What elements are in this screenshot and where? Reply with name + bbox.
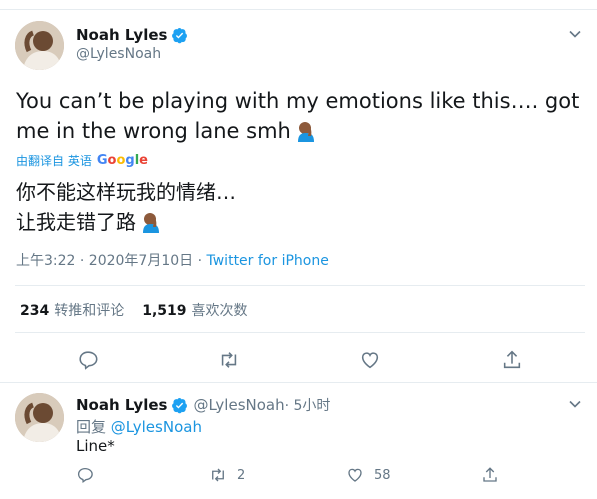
chevron-down-icon[interactable]	[568, 27, 582, 41]
share-icon[interactable]	[501, 349, 523, 371]
display-name[interactable]: Noah Lyles	[76, 26, 167, 44]
retweet-icon[interactable]	[209, 466, 227, 484]
reply-mention[interactable]: @LylesNoah	[111, 418, 202, 436]
chevron-down-icon[interactable]	[568, 397, 582, 411]
google-letter: g	[125, 153, 135, 168]
divider	[15, 285, 585, 286]
reply-like-count: 58	[374, 467, 391, 483]
reply-prefix: 回复	[76, 418, 111, 436]
retweets-stat[interactable]: 234 转推和评论	[20, 300, 124, 320]
tweet-actions	[0, 347, 597, 373]
replying-to: 回复 @LylesNoah	[76, 416, 202, 437]
reply-text: Line*	[76, 437, 115, 455]
retweets-count: 234	[20, 303, 50, 319]
reply-display-name[interactable]: Noah Lyles	[76, 396, 167, 414]
translated-line: 你不能这样玩我的情绪…	[16, 180, 236, 204]
reply-actions: 2 58	[0, 466, 597, 486]
divider	[15, 332, 585, 333]
google-letter: e	[139, 153, 148, 168]
reply-handle[interactable]: @LylesNoah	[193, 396, 284, 414]
author-name-row[interactable]: Noah Lyles	[76, 26, 188, 44]
verified-badge-icon	[172, 397, 188, 413]
translated-line-text: 让我走错了路	[16, 210, 136, 234]
tweet-meta: 上午3:22 · 2020年7月10日 · Twitter for iPhone	[16, 250, 329, 270]
verified-badge-icon	[172, 27, 188, 43]
reply-retweet-count: 2	[237, 467, 246, 483]
tweet-separator	[0, 382, 597, 383]
tweet-stats: 234 转推和评论 1,519 喜欢次数	[20, 300, 266, 320]
likes-label: 喜欢次数	[191, 303, 248, 319]
retweet-icon[interactable]	[218, 349, 240, 371]
author-handle[interactable]: @LylesNoah	[76, 46, 161, 62]
facepalm-emoji-icon	[143, 213, 159, 233]
reply-retweet-button[interactable]: 2	[209, 466, 245, 484]
translated-line: 让我走错了路	[16, 207, 586, 237]
google-logo: Google	[97, 153, 148, 168]
reply-icon[interactable]	[77, 349, 99, 371]
tweet-timestamp[interactable]: 上午3:22 · 2020年7月10日 ·	[16, 253, 207, 269]
reply-like-button[interactable]: 58	[346, 466, 391, 484]
likes-stat[interactable]: 1,519 喜欢次数	[142, 300, 247, 320]
retweets-label: 转推和评论	[54, 303, 125, 319]
likes-count: 1,519	[142, 303, 187, 319]
translation-label[interactable]: 由翻译自 英语	[16, 152, 92, 169]
facepalm-emoji-icon	[297, 122, 314, 142]
avatar[interactable]	[15, 21, 64, 70]
reply-avatar[interactable]	[15, 393, 64, 442]
reply-icon[interactable]	[76, 466, 94, 484]
reply-share-button[interactable]	[481, 466, 509, 484]
share-icon[interactable]	[481, 466, 499, 484]
google-letter: G	[96, 153, 108, 168]
translated-text: 你不能这样玩我的情绪… 让我走错了路	[16, 177, 586, 237]
top-divider	[0, 0, 597, 10]
reply-header: Noah Lyles @LylesNoah · 5小时	[76, 395, 330, 415]
heart-icon[interactable]	[359, 349, 381, 371]
translation-attribution[interactable]: 由翻译自 英语 Google	[16, 152, 148, 169]
reply-time[interactable]: · 5小时	[285, 395, 331, 415]
heart-icon[interactable]	[346, 466, 364, 484]
tweet-text: You can’t be playing with my emotions li…	[16, 86, 586, 146]
reply-reply-button[interactable]	[76, 466, 104, 484]
tweet-source[interactable]: Twitter for iPhone	[207, 253, 329, 269]
